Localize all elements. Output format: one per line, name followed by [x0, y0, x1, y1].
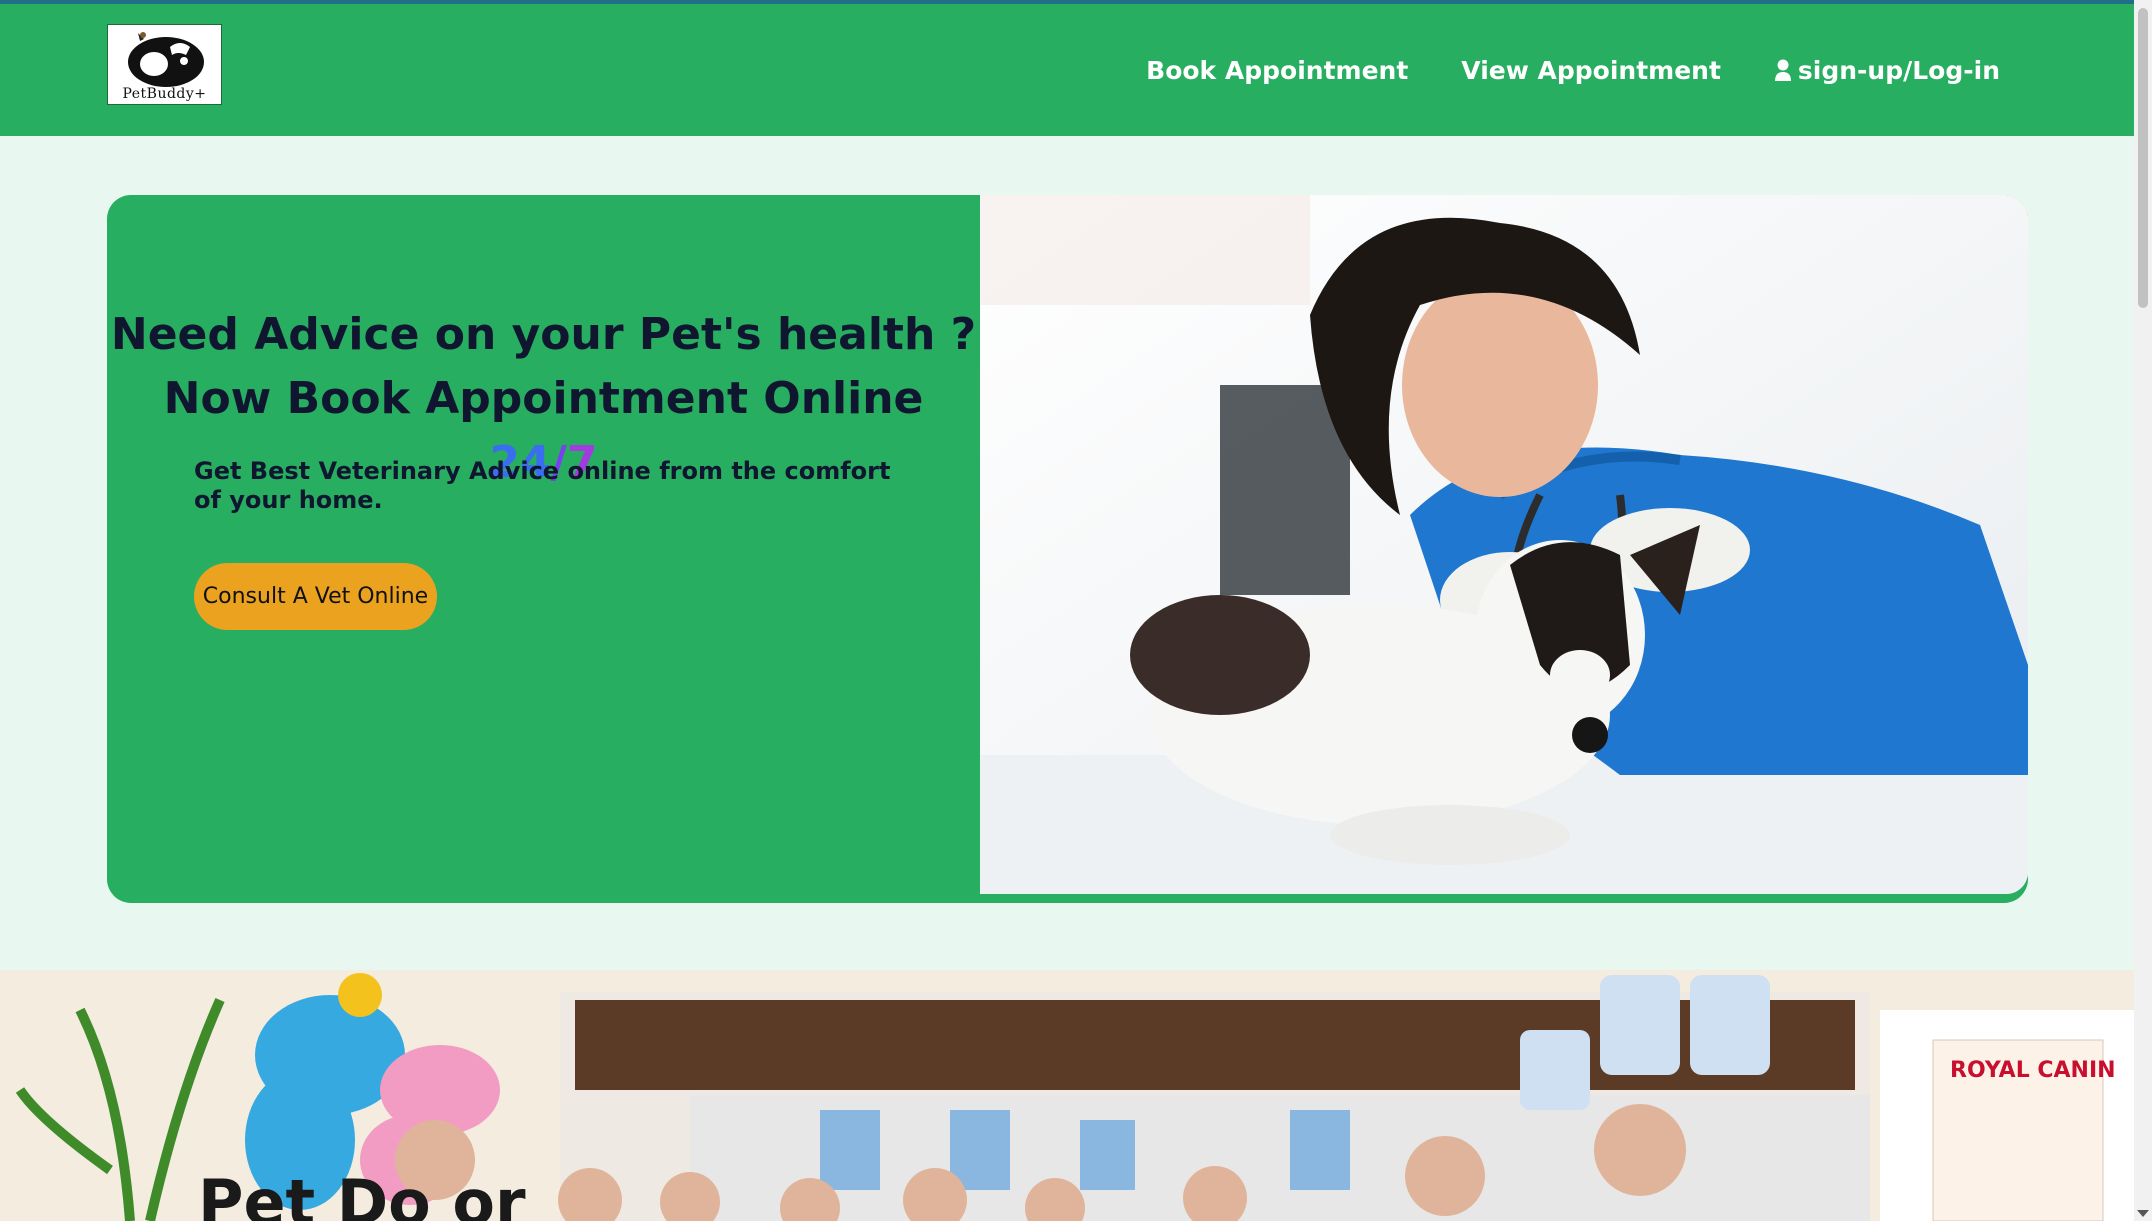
royal-canin-sign: ROYAL CANIN [1950, 1058, 2116, 1083]
scroll-down-arrow-icon[interactable] [2137, 1210, 2149, 1217]
main-nav: Book Appointment View Appointment sign-u… [1093, 56, 2000, 85]
hero-text-panel: Need Advice on your Pet's health ? Now B… [107, 195, 980, 903]
nav-view-appointment[interactable]: View Appointment [1461, 56, 1721, 85]
headline-line-2: Now Book Appointment Online [163, 373, 924, 424]
nav-book-appointment[interactable]: Book Appointment [1146, 56, 1408, 85]
page-scrollbar[interactable] [2134, 0, 2152, 1221]
pet-doctor-sign: Pet Do or [198, 1166, 526, 1221]
user-icon [1774, 59, 1791, 81]
hero-banner: Need Advice on your Pet's health ? Now B… [107, 195, 2028, 903]
scrollbar-thumb[interactable] [2138, 8, 2148, 308]
logo-text: PetBuddy+ [122, 86, 207, 102]
nav-signup-login[interactable]: sign-up/Log-in [1774, 56, 2000, 85]
vet-photo-illustration [980, 195, 2028, 894]
headline-line-1: Need Advice on your Pet's health ? [110, 309, 977, 360]
consult-vet-button[interactable]: Consult A Vet Online [194, 563, 437, 630]
vet-with-dog-photo [980, 195, 2028, 894]
pet-logo-icon [128, 32, 204, 87]
clinic-team-photo: Pet Do or ROYAL CANIN [0, 970, 2134, 1221]
nav-signup-login-label: sign-up/Log-in [1797, 56, 2000, 85]
navbar: PetBuddy+ Book Appointment View Appointm… [0, 4, 2134, 136]
hero-subtext: Get Best Veterinary Advice online from t… [194, 457, 891, 514]
site-logo[interactable]: PetBuddy+ [107, 24, 222, 105]
